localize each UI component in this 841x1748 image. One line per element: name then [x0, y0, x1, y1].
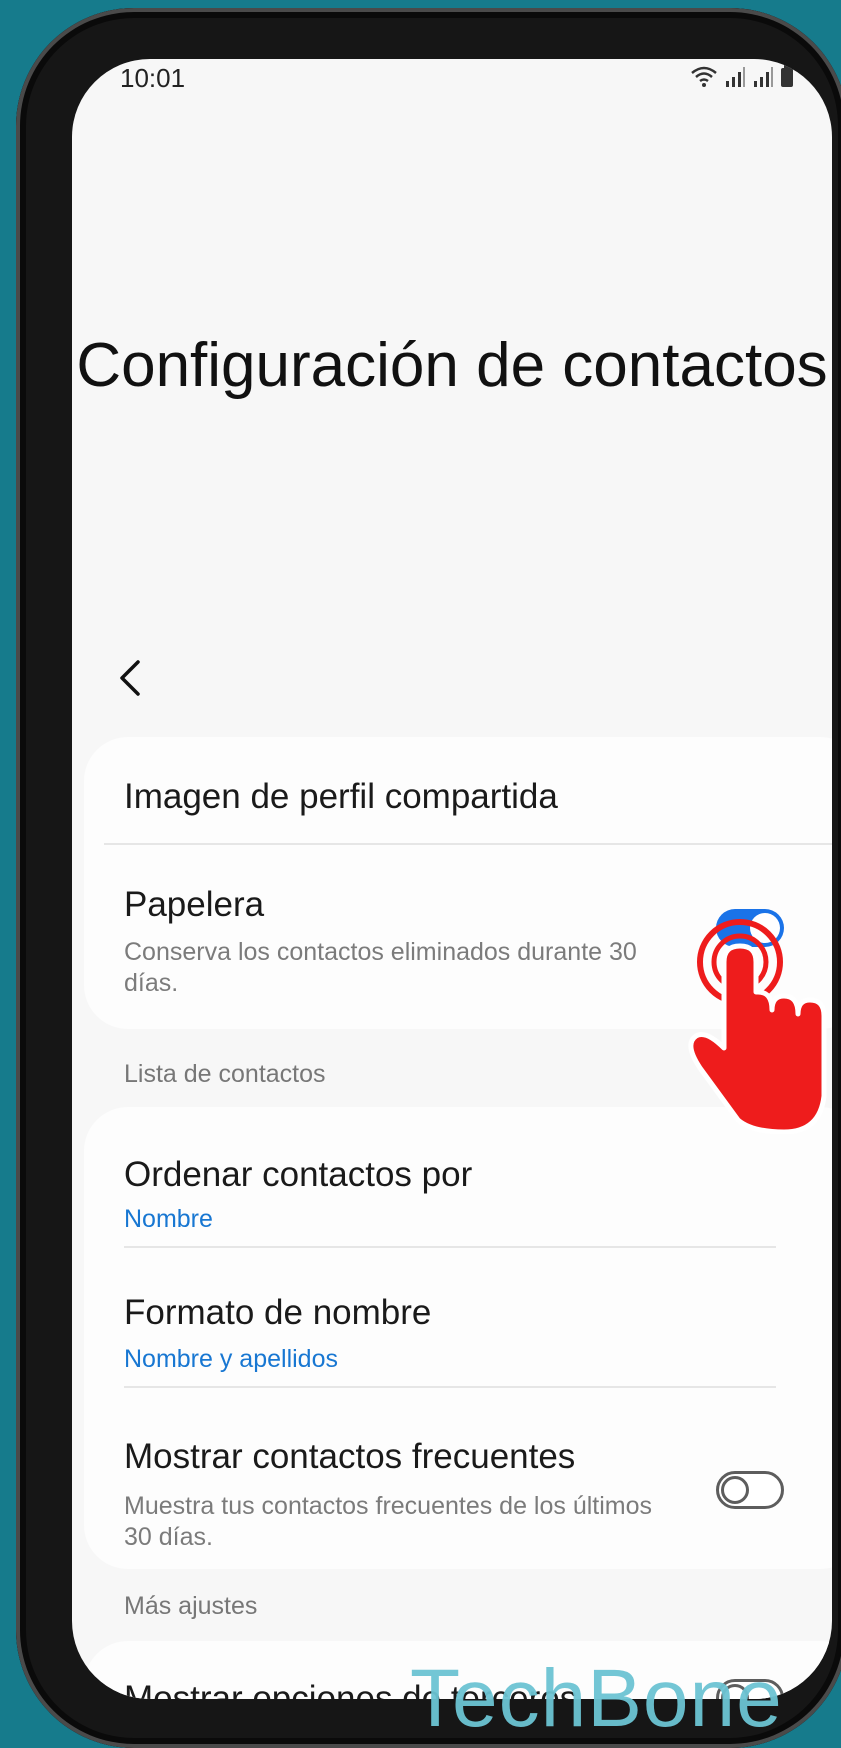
tap-hand-icon: [688, 919, 827, 1134]
shared-profile-image-row[interactable]: Imagen de perfil compartida: [84, 737, 832, 845]
signal-icon: [726, 67, 745, 87]
wifi-icon: [691, 66, 717, 87]
shared-profile-image-label: Imagen de perfil compartida: [124, 777, 558, 816]
phone-frame: 10:01 Configuración de contactos Imagen …: [16, 8, 841, 1748]
sort-contacts-label: Ordenar contactos por: [124, 1155, 473, 1194]
toggle-knob: [721, 1476, 749, 1504]
contact-list-header: Lista de contactos: [124, 1060, 326, 1088]
frequent-contacts-description: Muestra tus contactos frecuentes de los …: [124, 1492, 653, 1551]
status-icons: [690, 65, 794, 87]
signal-icon-secondary: [754, 67, 773, 87]
name-format-value: Nombre y apellidos: [124, 1345, 338, 1373]
trash-description: Conserva los contactos eliminados durant…: [124, 938, 637, 997]
contact-list-card: Ordenar contactos por Nombre Formato de …: [84, 1107, 832, 1569]
trash-label: Papelera: [124, 885, 265, 924]
status-time: 10:01: [120, 63, 186, 93]
name-format-row[interactable]: Formato de nombre Nombre y apellidos: [84, 1247, 832, 1387]
frequent-contacts-row[interactable]: Mostrar contactos frecuentes Muestra tus…: [84, 1387, 832, 1569]
phone-screen: 10:01 Configuración de contactos Imagen …: [72, 59, 832, 1699]
techbone-watermark: TechBone: [410, 1653, 783, 1744]
more-settings-header: Más ajustes: [124, 1592, 258, 1620]
name-format-label: Formato de nombre: [124, 1293, 432, 1332]
frequent-contacts-label: Mostrar contactos frecuentes: [124, 1437, 576, 1476]
frequent-contacts-toggle[interactable]: [716, 1471, 784, 1509]
status-bar: 10:01: [72, 59, 832, 99]
sort-contacts-value: Nombre: [124, 1205, 213, 1233]
back-arrow-icon[interactable]: [108, 654, 156, 702]
page-title: Configuración de contactos: [76, 331, 828, 400]
battery-icon: [781, 65, 793, 87]
